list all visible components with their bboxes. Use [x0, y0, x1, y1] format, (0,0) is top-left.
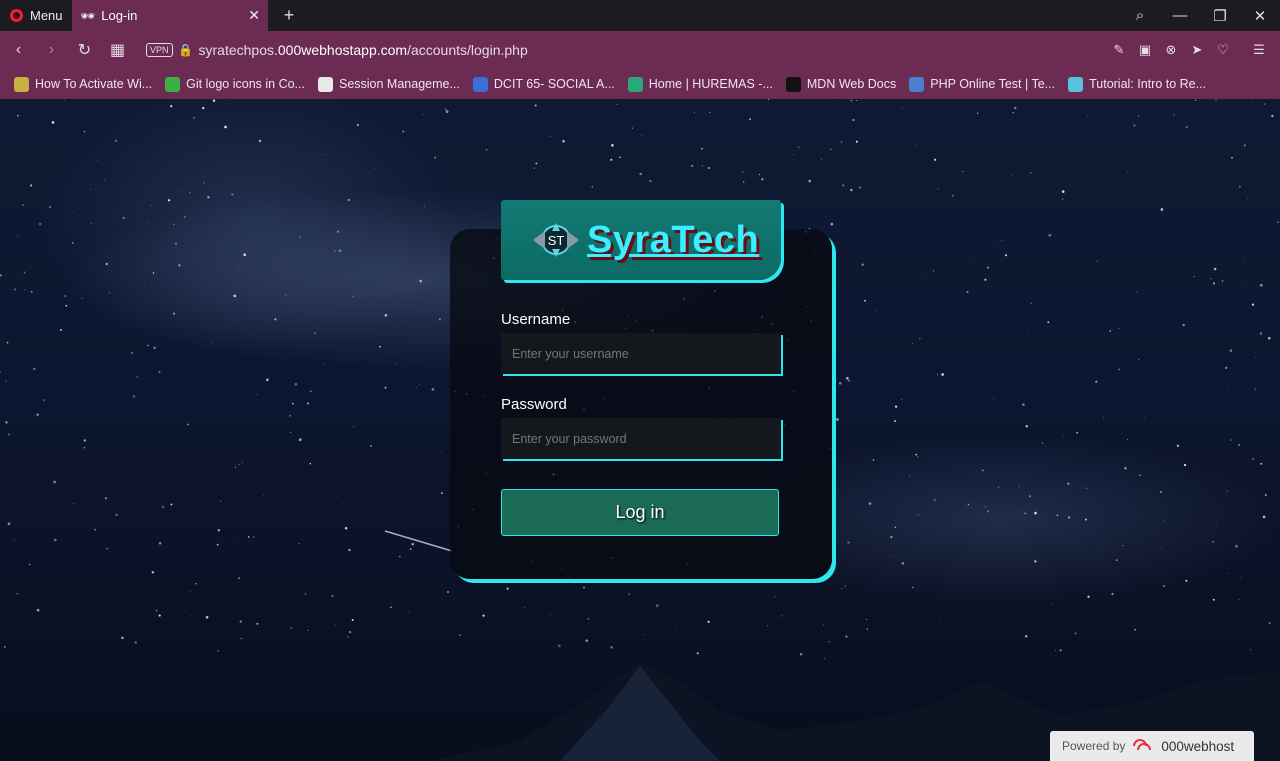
bookmark-favicon-icon — [1068, 76, 1084, 92]
menu-label: Menu — [30, 8, 63, 23]
window-controls: ⌕ — ❐ ✕ — [1120, 0, 1280, 31]
url-prefix: syratechpos. — [198, 42, 278, 58]
tab-login[interactable]: 🕶 Log-in ✕ — [72, 0, 268, 31]
close-tab-icon[interactable]: ✕ — [248, 7, 260, 24]
bookmark-item[interactable]: Home | HUREMAS -... — [627, 76, 773, 92]
bookmark-favicon-icon — [472, 76, 488, 92]
vpn-badge[interactable]: VPN — [146, 43, 173, 57]
lock-icon[interactable]: 🔒 — [173, 43, 199, 57]
opera-menu-button[interactable]: Menu — [0, 0, 72, 31]
private-tab-icon: 🕶 — [80, 8, 96, 23]
search-tabs-icon[interactable]: ⌕ — [1120, 7, 1160, 24]
bookmark-favicon-icon — [909, 76, 925, 92]
tab-title: Log-in — [101, 8, 138, 23]
camera-icon[interactable]: ▣ — [1132, 42, 1158, 58]
bookmark-label: Git logo icons in Co... — [186, 77, 305, 91]
easy-setup-icon[interactable]: ☰ — [1246, 42, 1272, 58]
bookmark-label: Home | HUREMAS -... — [648, 77, 773, 91]
bookmark-item[interactable]: PHP Online Test | Te... — [909, 76, 1056, 92]
password-label: Password — [501, 396, 567, 413]
brand-name[interactable]: SyraTech — [587, 219, 759, 262]
tiles-icon[interactable]: ▦ — [101, 40, 134, 60]
address-bar: ‹ › ↻ ▦ VPN 🔒 syratechpos.000webhostapp.… — [0, 31, 1280, 69]
bookmark-label: Tutorial: Intro to Re... — [1089, 77, 1207, 91]
brand-header: ST SyraTech — [501, 200, 781, 280]
bookmark-item[interactable]: MDN Web Docs — [785, 76, 897, 92]
host-name: 000webhost — [1161, 738, 1235, 754]
bookmark-favicon-icon — [627, 76, 643, 92]
back-icon[interactable]: ‹ — [2, 41, 35, 59]
forward-icon[interactable]: › — [35, 41, 68, 59]
bookmark-favicon-icon — [14, 76, 29, 92]
bookmark-label: PHP Online Test | Te... — [930, 77, 1056, 91]
bookmark-label: DCIT 65- SOCIAL A... — [493, 77, 615, 91]
bookmark-item[interactable]: How To Activate Wi... — [14, 76, 153, 92]
page-background: ST SyraTech Username Password Log in Pow… — [0, 99, 1280, 761]
bookmark-favicon-icon — [785, 76, 801, 92]
login-button[interactable]: Log in — [501, 489, 779, 536]
powered-by-text: Powered by — [1062, 739, 1126, 753]
bookmark-label: MDN Web Docs — [806, 77, 897, 91]
syratech-logo-icon: ST — [533, 223, 579, 257]
new-tab-button[interactable]: + — [274, 5, 304, 26]
bookmark-item[interactable]: DCIT 65- SOCIAL A... — [472, 76, 615, 92]
bookmarks-bar: How To Activate Wi... Git logo icons in C… — [0, 69, 1280, 99]
password-input[interactable] — [501, 418, 781, 459]
adblock-icon[interactable]: ⊗ — [1158, 42, 1184, 58]
bookmark-item[interactable]: Tutorial: Intro to Re... — [1068, 76, 1207, 92]
username-input[interactable] — [501, 333, 781, 374]
username-label: Username — [501, 311, 571, 328]
address-actions: ✎ ▣ ⊗ ➤ ♡ ☰ — [1106, 42, 1280, 58]
bookmark-item[interactable]: Session Manageme... — [317, 76, 460, 92]
restore-button[interactable]: ❐ — [1200, 7, 1240, 25]
bookmark-favicon-icon — [165, 76, 181, 92]
svg-text:ST: ST — [548, 233, 565, 248]
reload-icon[interactable]: ↻ — [68, 40, 101, 60]
url-field[interactable]: syratechpos.000webhostapp.com/accounts/l… — [199, 42, 528, 58]
powered-by-badge[interactable]: Powered by 000webhost — [1050, 731, 1254, 761]
000webhost-logo-icon — [1133, 739, 1152, 751]
minimize-button[interactable]: — — [1160, 7, 1200, 24]
edit-icon[interactable]: ✎ — [1106, 42, 1132, 58]
bookmark-favicon-icon — [317, 76, 333, 92]
bookmark-item[interactable]: Git logo icons in Co... — [165, 76, 305, 92]
tab-bar: Menu 🕶 Log-in ✕ + ⌕ — ❐ ✕ — [0, 0, 1280, 31]
send-icon[interactable]: ➤ — [1184, 42, 1210, 58]
close-window-button[interactable]: ✕ — [1240, 7, 1280, 25]
bookmark-label: How To Activate Wi... — [35, 77, 153, 91]
bookmark-label: Session Manageme... — [338, 77, 460, 91]
url-path: /accounts/login.php — [407, 42, 528, 58]
opera-logo-icon — [10, 9, 23, 22]
url-host: 000webhostapp.com — [277, 42, 408, 58]
heart-icon[interactable]: ♡ — [1210, 42, 1236, 58]
